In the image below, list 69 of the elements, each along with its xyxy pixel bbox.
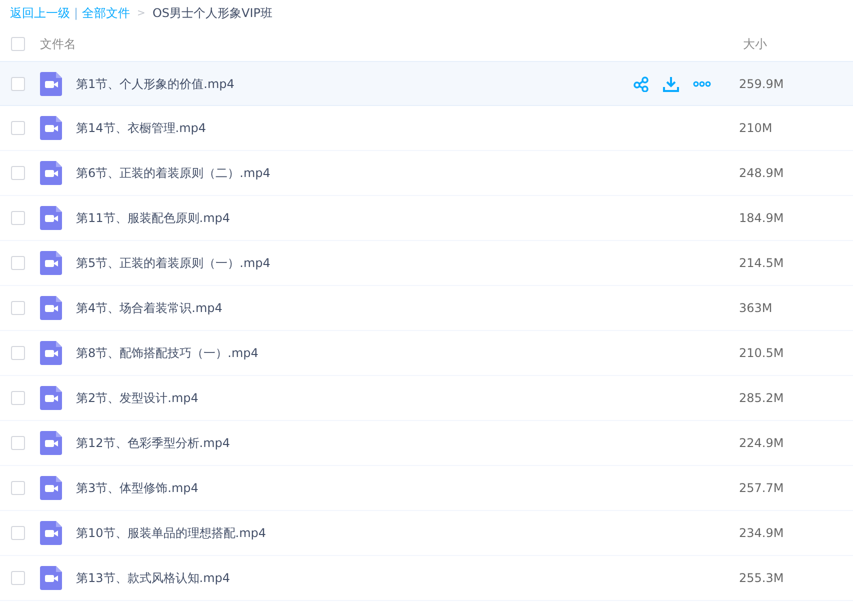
row-checkbox[interactable]: [11, 76, 25, 90]
video-file-icon: [40, 566, 62, 590]
file-size: 363M: [739, 300, 774, 317]
video-file-icon: [40, 116, 62, 140]
column-header: 文件名: [40, 36, 77, 52]
download-icon[interactable]: [663, 76, 679, 92]
video-file-icon: [40, 431, 62, 455]
video-file-icon: [40, 161, 62, 185]
file-size: 224.9M: [739, 435, 785, 452]
file-size: 210.5M: [739, 345, 785, 362]
row-checkbox[interactable]: [11, 121, 25, 135]
file-name[interactable]: 第6节、正装的着装原则（二）.mp4: [76, 164, 739, 182]
file-row[interactable]: 第4节、场合着装常识.mp4 363M: [0, 286, 853, 331]
video-file-icon: [40, 476, 62, 500]
video-file-icon: [40, 296, 62, 320]
video-file-icon: [40, 251, 62, 275]
file-name[interactable]: 第3节、体型修饰.mp4: [76, 479, 739, 497]
file-row[interactable]: 第5节、正装的着装原则（一）.mp4 214.5M: [0, 241, 853, 286]
file-row[interactable]: 第2节、发型设计.mp4 285.2M: [0, 376, 853, 421]
row-checkbox[interactable]: [11, 526, 25, 540]
share-icon[interactable]: [633, 76, 649, 92]
row-checkbox[interactable]: [11, 571, 25, 585]
file-name[interactable]: 第11节、服装配色原则.mp4: [76, 209, 739, 227]
file-name[interactable]: 第14节、衣橱管理.mp4: [76, 119, 739, 137]
separator: |: [74, 5, 78, 22]
file-row[interactable]: 第3节、体型修饰.mp4 257.7M: [0, 466, 853, 511]
video-file-icon: [40, 386, 62, 410]
file-row[interactable]: 第14节、衣橱管理.mp4 210M: [0, 106, 853, 151]
file-size: 255.3M: [739, 570, 785, 587]
video-file-icon: [40, 206, 62, 230]
file-name[interactable]: 第12节、色彩季型分析.mp4: [76, 434, 739, 452]
file-name[interactable]: 第2节、发型设计.mp4: [76, 389, 739, 407]
highlighted-row[interactable]: 第1节、个人形象的价值.mp4 259.9M: [0, 61, 853, 106]
file-name[interactable]: 第8节、配饰搭配技巧（一）.mp4: [76, 344, 739, 362]
file-size: 210M: [739, 120, 774, 137]
file-name[interactable]: 第4节、场合着装常识.mp4: [76, 299, 739, 317]
file-size: 234.9M: [739, 525, 785, 542]
row-checkbox[interactable]: [11, 211, 25, 225]
file-name[interactable]: 第13节、款式风格认知.mp4: [76, 569, 739, 587]
file-size: 214.5M: [739, 255, 785, 272]
row-checkbox[interactable]: [11, 256, 25, 270]
video-file-icon: [40, 521, 62, 545]
column-header: 大小: [743, 36, 768, 52]
row-checkbox[interactable]: [11, 166, 25, 180]
file-row[interactable]: 第13节、款式风格认知.mp4 255.3M: [0, 556, 853, 601]
row-checkbox[interactable]: [11, 346, 25, 360]
video-file-icon: [40, 72, 62, 96]
file-size: 248.9M: [739, 165, 785, 182]
row-checkbox[interactable]: [11, 481, 25, 495]
breadcrumb-arrow: >: [137, 6, 146, 20]
file-name[interactable]: 第1节、个人形象的价值.mp4: [76, 74, 633, 92]
file-size: 259.9M: [739, 76, 785, 92]
file-size: 184.9M: [739, 210, 785, 227]
file-size: 285.2M: [739, 390, 785, 407]
file-row[interactable]: 第10节、服装单品的理想搭配.mp4 234.9M: [0, 511, 853, 556]
row-checkbox[interactable]: [11, 301, 25, 315]
video-file-icon: [40, 341, 62, 365]
file-row[interactable]: 第8节、配饰搭配技巧（一）.mp4 210.5M: [0, 331, 853, 376]
more-icon[interactable]: [693, 80, 711, 86]
file-name[interactable]: 第10节、服装单品的理想搭配.mp4: [76, 524, 739, 542]
row-checkbox[interactable]: [11, 391, 25, 405]
file-row[interactable]: 第6节、正装的着装原则（二）.mp4 248.9M: [0, 151, 853, 196]
file-name[interactable]: 第5节、正装的着装原则（一）.mp4: [76, 254, 739, 272]
current-folder: OS男士个人形象VIP班: [152, 5, 272, 22]
row-checkbox[interactable]: [11, 436, 25, 450]
file-row[interactable]: 第11节、服装配色原则.mp4 184.9M: [0, 196, 853, 241]
file-size: 257.7M: [739, 480, 785, 497]
select-all-checkbox[interactable]: [11, 36, 25, 50]
file-row[interactable]: 第12节、色彩季型分析.mp4 224.9M: [0, 421, 853, 466]
